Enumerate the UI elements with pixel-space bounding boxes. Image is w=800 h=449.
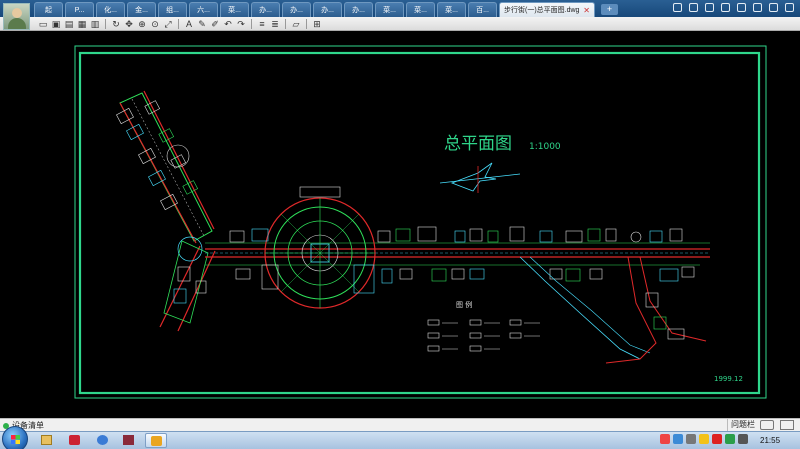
settings-icon[interactable] (753, 3, 762, 12)
system-tray (660, 434, 748, 444)
buildings-south (235, 266, 695, 284)
security-icon[interactable] (712, 434, 722, 444)
toolbar-divider (306, 18, 307, 29)
legend-title: 图 例 (456, 300, 472, 309)
clock[interactable]: 21:55 (760, 436, 780, 445)
lock-icon[interactable]: ▥ (90, 19, 100, 29)
lower-left-street (159, 236, 216, 332)
active-tab-label: 步行街(一)总平面图.dwg (504, 7, 580, 14)
help-icon[interactable] (673, 434, 683, 444)
open-icon[interactable]: ▭ (38, 19, 48, 29)
menu-icon[interactable] (780, 420, 794, 430)
rotate-icon[interactable]: ↻ (111, 19, 121, 29)
chat-icon[interactable] (760, 420, 774, 430)
undo-icon[interactable]: ↶ (223, 19, 233, 29)
ime-icon[interactable] (660, 434, 670, 444)
drawing-date: 1999.12 (714, 375, 743, 383)
tab-active-drawing[interactable]: 步行街(一)总平面图.dwg ✕ (499, 2, 595, 17)
compare-icon[interactable]: ⊞ (312, 19, 322, 29)
cad-drawing: 总平面图 1:1000 图 例 1999.12 (74, 45, 767, 399)
start-button[interactable] (2, 426, 28, 449)
browser-icon (97, 435, 108, 445)
central-plaza (261, 186, 376, 309)
pen-icon[interactable]: ✎ (197, 19, 207, 29)
layout-icon[interactable]: ▱ (291, 19, 301, 29)
toolbar-divider (285, 18, 286, 29)
tab-strip: 起 P... 化... 金... 组... 六... 菜... 办... 办..… (34, 2, 618, 17)
tab-bar: 起 P... 化... 金... 组... 六... 菜... 办... 办..… (0, 0, 800, 30)
volume-icon[interactable] (738, 434, 748, 444)
print-icon[interactable]: ▤ (64, 19, 74, 29)
tool-icon[interactable] (699, 434, 709, 444)
tab-9[interactable]: 办... (313, 2, 342, 17)
tab-10[interactable]: 办... (344, 2, 373, 17)
pan-icon[interactable]: ✥ (124, 19, 134, 29)
tab-12[interactable]: 菜... (406, 2, 435, 17)
zoom-window-icon[interactable]: ⊙ (150, 19, 160, 29)
cad-viewer-icon (151, 436, 162, 446)
tab-13[interactable]: 菜... (437, 2, 466, 17)
toolbar-divider (178, 18, 179, 29)
share-icon[interactable] (705, 3, 714, 12)
mobile-icon[interactable] (721, 3, 730, 12)
taskbar: 21:55 (0, 426, 800, 449)
users-icon[interactable] (689, 3, 698, 12)
tab-2[interactable]: 化... (96, 2, 125, 17)
markup-icon[interactable]: ✐ (210, 19, 220, 29)
cloud-icon[interactable] (673, 3, 682, 12)
bell-icon[interactable] (737, 3, 746, 12)
keyboard-icon[interactable] (686, 434, 696, 444)
tab-1[interactable]: P... (65, 2, 94, 17)
taskbar-app-3[interactable] (118, 433, 140, 448)
taskbar-explorer[interactable] (36, 433, 58, 448)
tab-5[interactable]: 六... (189, 2, 218, 17)
window-controls (673, 3, 794, 12)
text-icon[interactable]: A (184, 19, 194, 29)
toolbar-divider (105, 18, 106, 29)
folder-icon (41, 435, 52, 445)
zoom-extents-icon[interactable]: ⤢ (163, 19, 173, 29)
new-tab-button[interactable]: + (601, 4, 618, 15)
tab-4[interactable]: 组... (158, 2, 187, 17)
main-street (205, 242, 710, 266)
taskbar-cad-viewer[interactable] (145, 433, 167, 448)
tab-3[interactable]: 金... (127, 2, 156, 17)
tab-14[interactable]: 百... (468, 2, 497, 17)
save-icon[interactable]: ▣ (51, 19, 61, 29)
drawing-scale: 1:1000 (529, 142, 561, 152)
toolbar-divider (251, 18, 252, 29)
measure-icon[interactable]: ≣ (270, 19, 280, 29)
legend: 图 例 (427, 300, 540, 352)
tab-0[interactable]: 起 (34, 2, 63, 17)
app-icon (69, 435, 80, 445)
layers-icon[interactable]: ≡ (257, 19, 267, 29)
redo-icon[interactable]: ↷ (236, 19, 246, 29)
tab-11[interactable]: 菜... (375, 2, 404, 17)
minimize-icon[interactable] (769, 3, 778, 12)
drawing-canvas[interactable]: 总平面图 1:1000 图 例 1999.12 (0, 31, 800, 418)
tab-8[interactable]: 办... (282, 2, 311, 17)
user-avatar[interactable] (3, 3, 30, 30)
north-arrow (439, 162, 521, 193)
tab-7[interactable]: 办... (251, 2, 280, 17)
close-window-icon[interactable] (785, 3, 794, 12)
inner-border (78, 51, 761, 395)
drawing-title: 总平面图 (444, 134, 512, 154)
taskbar-app-1[interactable] (64, 433, 86, 448)
buildings-north (229, 226, 683, 243)
tab-6[interactable]: 菜... (220, 2, 249, 17)
taskbar-app-2[interactable] (92, 433, 114, 448)
export-pdf-icon[interactable]: ▦ (77, 19, 87, 29)
zoom-in-icon[interactable]: ⊕ (137, 19, 147, 29)
toolbar: ▭ ▣ ▤ ▦ ▥ ↻ ✥ ⊕ ⊙ ⤢ A ✎ ✐ ↶ ↷ ≡ ≣ ▱ ⊞ (0, 17, 800, 31)
archive-icon (123, 435, 134, 445)
app-window: 起 P... 化... 金... 组... 六... 菜... 办... 办..… (0, 0, 800, 449)
status-bar: 设备清单 问题栏 (0, 418, 800, 431)
close-tab-icon[interactable]: ✕ (583, 6, 590, 15)
diagonal-street (116, 90, 215, 244)
feedback-button[interactable]: 问题栏 (727, 419, 757, 431)
outer-border (74, 45, 767, 399)
windows-logo-icon (11, 435, 20, 444)
network-icon[interactable] (725, 434, 735, 444)
